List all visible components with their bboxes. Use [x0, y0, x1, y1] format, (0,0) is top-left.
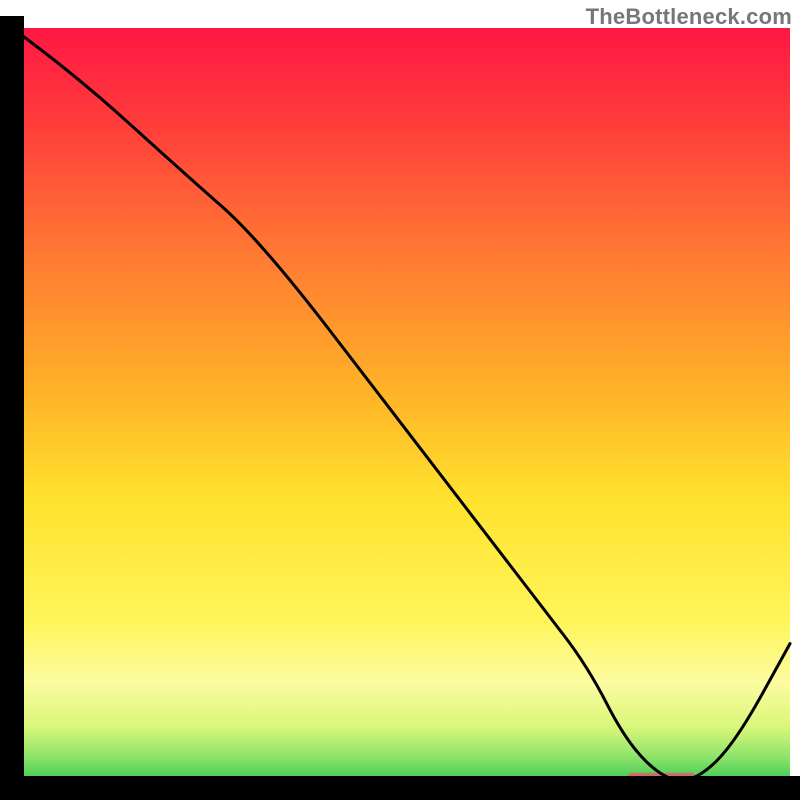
bottleneck-chart — [0, 0, 800, 800]
watermark-text: TheBottleneck.com — [586, 4, 792, 30]
plot-background — [12, 28, 790, 788]
chart-container: TheBottleneck.com — [0, 0, 800, 800]
